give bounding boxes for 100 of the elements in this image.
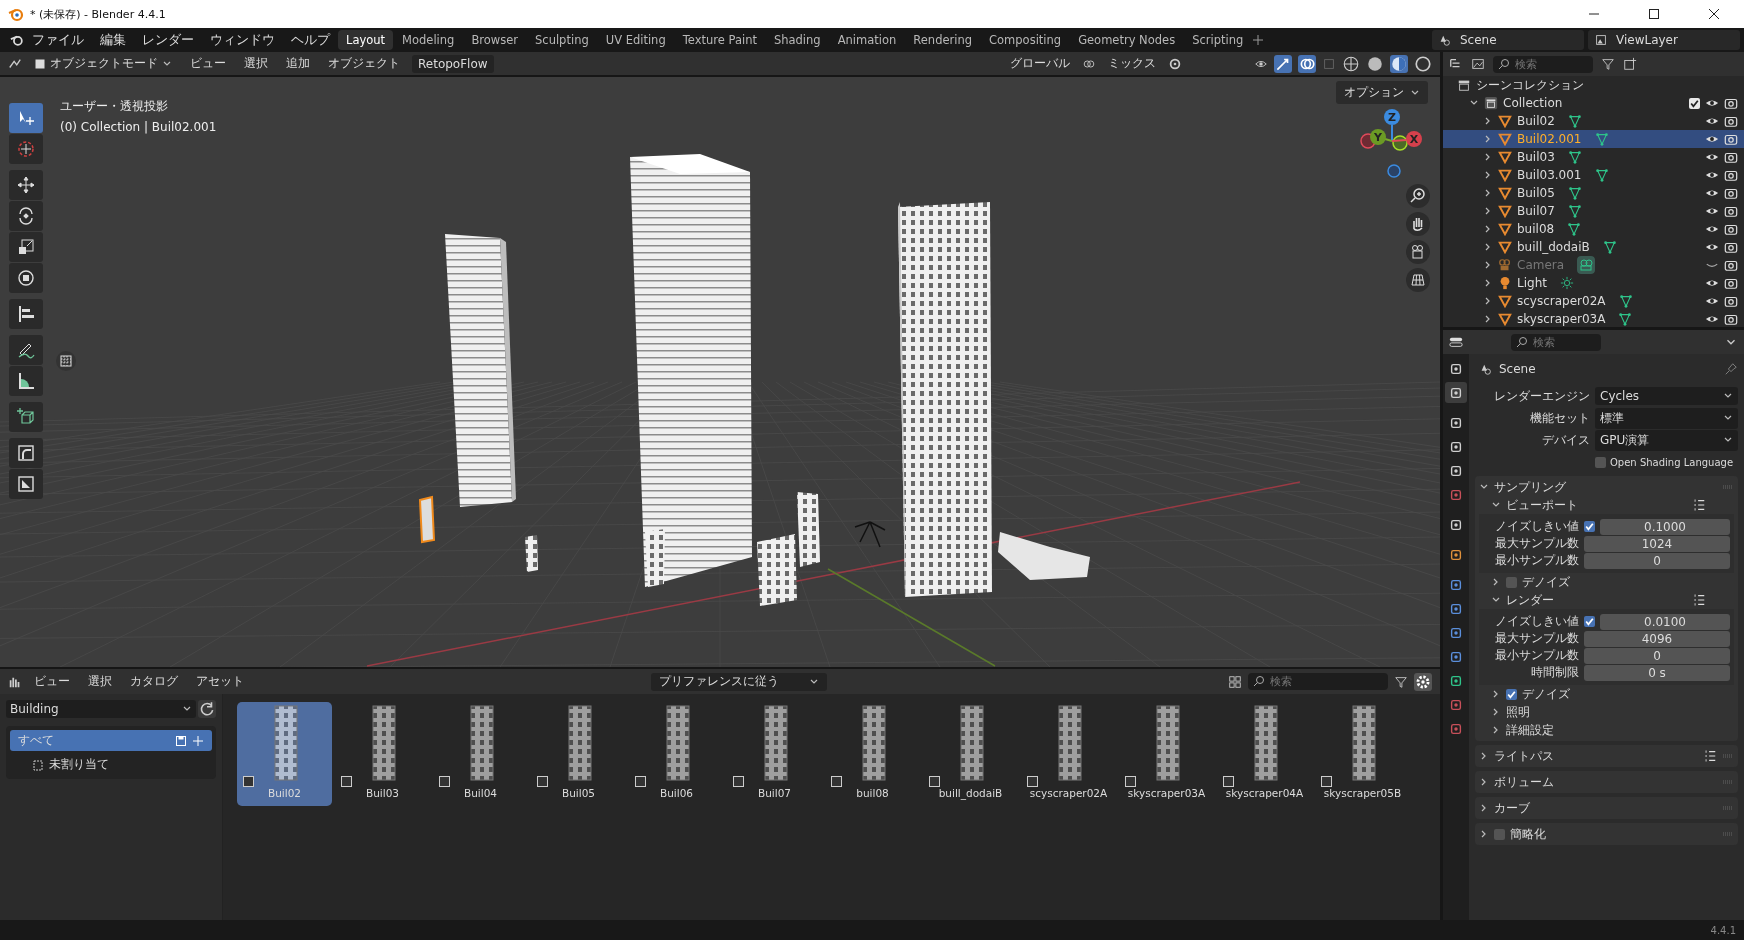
subpanel-title[interactable]: 詳細設定: [1506, 721, 1554, 739]
menu-item[interactable]: 編集: [92, 31, 134, 49]
refresh-icon[interactable]: [198, 700, 216, 718]
outliner-row[interactable]: Buil03.001: [1443, 166, 1744, 184]
outliner-row[interactable]: scyscraper02A: [1443, 292, 1744, 310]
tool-button[interactable]: [9, 170, 43, 200]
number-field[interactable]: 0: [1584, 647, 1730, 664]
workspace-tab[interactable]: Rendering: [905, 30, 981, 50]
zoom-icon[interactable]: [1406, 184, 1430, 208]
camera-icon[interactable]: [1724, 258, 1738, 272]
number-field[interactable]: 0: [1584, 552, 1730, 569]
solid-shading-icon[interactable]: [1366, 54, 1384, 73]
number-field[interactable]: 0.0100: [1600, 613, 1730, 630]
scene-selector[interactable]: Scene: [1432, 30, 1584, 50]
asset-tile[interactable]: skyscraper03A: [1119, 702, 1214, 806]
close-icon[interactable]: [1708, 8, 1720, 20]
panel-title[interactable]: 簡略化: [1510, 825, 1546, 843]
number-field[interactable]: 1024: [1584, 535, 1730, 552]
workspace-tab[interactable]: Scripting: [1184, 30, 1252, 50]
settings-icon[interactable]: [1414, 672, 1432, 691]
workspace-tab[interactable]: Sculpting: [527, 30, 597, 50]
workspace-tab[interactable]: Texture Paint: [674, 30, 765, 50]
outliner-row[interactable]: Buil03: [1443, 148, 1744, 166]
add-icon[interactable]: [1252, 34, 1265, 46]
asset-checkbox[interactable]: [1125, 776, 1136, 787]
menu-item[interactable]: カタログ: [124, 673, 184, 690]
menu-item[interactable]: レンダー: [134, 31, 202, 49]
menu-item[interactable]: オブジェクト: [322, 55, 406, 72]
workspace-tab[interactable]: Geometry Nodes: [1070, 30, 1184, 50]
workspace-tab[interactable]: Animation: [829, 30, 905, 50]
checkbox[interactable]: [1584, 521, 1595, 532]
asset-checkbox[interactable]: [537, 776, 548, 787]
camera-icon[interactable]: [1724, 186, 1738, 200]
asset-checkbox[interactable]: [1321, 776, 1332, 787]
display-mode-icon[interactable]: [1228, 674, 1242, 689]
axis-handle[interactable]: Z: [1384, 109, 1400, 142]
sun-icon[interactable]: [1559, 276, 1574, 290]
maximize-icon[interactable]: [1648, 8, 1660, 20]
camera-view-icon[interactable]: [1406, 240, 1430, 264]
asset-tile[interactable]: skyscraper05B: [1315, 702, 1410, 806]
snap-dropdown[interactable]: ミックス: [1102, 53, 1162, 74]
mesh-data-icon[interactable]: [1567, 222, 1582, 236]
asset-tile[interactable]: Buil02: [237, 702, 332, 806]
outliner-row[interactable]: Buil07: [1443, 202, 1744, 220]
subpanel-title[interactable]: レンダー: [1506, 591, 1554, 609]
import-method-dropdown[interactable]: プリファレンスに従う: [651, 672, 827, 691]
camera-icon[interactable]: [1724, 294, 1738, 308]
asset-tile[interactable]: Buil04: [433, 702, 528, 806]
dropdown[interactable]: GPU演算: [1595, 429, 1738, 451]
blender-menu-icon[interactable]: [10, 33, 24, 47]
outliner-row[interactable]: skyscraper03A: [1443, 310, 1744, 327]
tool-button[interactable]: [9, 201, 43, 231]
search-field[interactable]: 検索: [1511, 333, 1601, 351]
workspace-tab[interactable]: Modeling: [394, 30, 463, 50]
asset-tile[interactable]: Buil06: [629, 702, 724, 806]
addon-dropdown[interactable]: RetopoFlow: [412, 54, 494, 73]
catalog-item[interactable]: すべて: [10, 730, 212, 751]
subpanel-title[interactable]: ビューポート: [1506, 496, 1578, 514]
checkbox[interactable]: [1595, 456, 1606, 468]
panel-title[interactable]: ボリューム: [1494, 773, 1554, 791]
mesh-data-icon[interactable]: [1567, 150, 1582, 164]
checkbox[interactable]: [1506, 576, 1517, 588]
view-layer-selector[interactable]: ViewLayer: [1588, 30, 1740, 50]
camera-icon[interactable]: [1724, 240, 1738, 254]
tool-button[interactable]: [9, 438, 43, 468]
checkbox[interactable]: [1494, 828, 1505, 840]
outliner-row[interactable]: buil08: [1443, 220, 1744, 238]
tool-button[interactable]: [9, 469, 43, 499]
collection-label[interactable]: Collection: [1503, 96, 1563, 110]
panel-title[interactable]: ライトパス: [1494, 747, 1554, 765]
tool-button[interactable]: [9, 402, 43, 432]
outliner-row[interactable]: Light: [1443, 274, 1744, 292]
panel-title[interactable]: サンプリング: [1494, 478, 1566, 496]
menu-item[interactable]: ビュー: [184, 55, 232, 72]
workspace-tab[interactable]: UV Editing: [597, 30, 674, 50]
search-field[interactable]: 検索: [1248, 673, 1388, 690]
camera-icon[interactable]: [1724, 204, 1738, 218]
asset-tile[interactable]: Buil05: [531, 702, 626, 806]
camera-data-icon[interactable]: [1577, 256, 1596, 274]
filter-icon[interactable]: [1394, 674, 1408, 689]
asset-checkbox[interactable]: [929, 776, 940, 787]
tool-button[interactable]: [9, 263, 43, 293]
menu-item[interactable]: ビュー: [28, 673, 76, 690]
outliner-row[interactable]: Buil02.001: [1443, 130, 1744, 148]
tool-button[interactable]: [9, 366, 43, 396]
checkbox[interactable]: [1689, 97, 1700, 109]
scene-collection-label[interactable]: シーンコレクション: [1476, 76, 1584, 94]
tool-button[interactable]: [9, 299, 43, 329]
mesh-data-icon[interactable]: [1618, 312, 1633, 326]
workspace-tab[interactable]: Layout: [338, 30, 394, 50]
new-collection-icon[interactable]: [1623, 57, 1637, 71]
menu-item[interactable]: アセット: [190, 673, 250, 690]
menu-item[interactable]: ヘルプ: [283, 31, 338, 49]
number-field[interactable]: 0 s: [1584, 664, 1730, 681]
tool-button[interactable]: [9, 335, 43, 365]
menu-item[interactable]: ウィンドウ: [202, 31, 283, 49]
checkbox[interactable]: [1584, 616, 1595, 627]
mesh-data-icon[interactable]: [1594, 168, 1609, 182]
options-dropdown[interactable]: オプション: [1336, 81, 1428, 104]
material-shading-icon[interactable]: [1390, 54, 1408, 73]
